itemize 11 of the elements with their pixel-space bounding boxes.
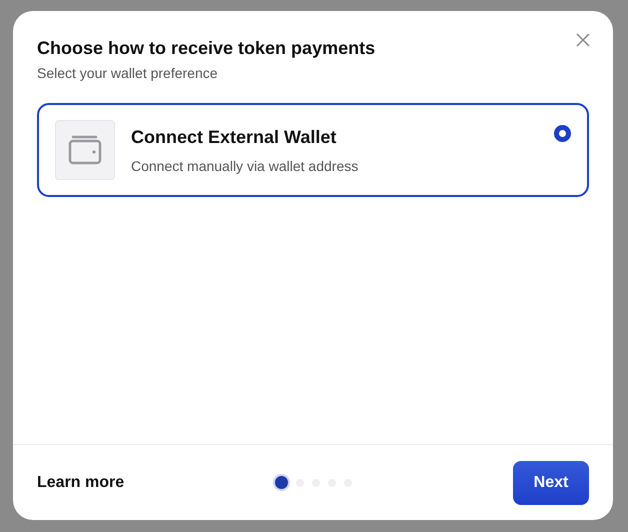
- wallet-option-card[interactable]: Connect External Wallet Connect manually via wallet address: [37, 103, 589, 197]
- next-button[interactable]: Next: [513, 460, 589, 504]
- close-button[interactable]: [575, 32, 591, 48]
- wallet-icon: [68, 135, 102, 165]
- dialog-title: Choose how to receive token payments: [37, 37, 376, 59]
- dialog-subtitle: Select your wallet preference: [37, 65, 219, 81]
- option-title: Connect External Wallet: [131, 126, 338, 148]
- learn-more-link[interactable]: Learn more: [37, 474, 147, 492]
- close-icon: [575, 32, 591, 48]
- option-description: Connect manually via wallet address: [131, 158, 358, 174]
- radio-button[interactable]: [554, 125, 571, 142]
